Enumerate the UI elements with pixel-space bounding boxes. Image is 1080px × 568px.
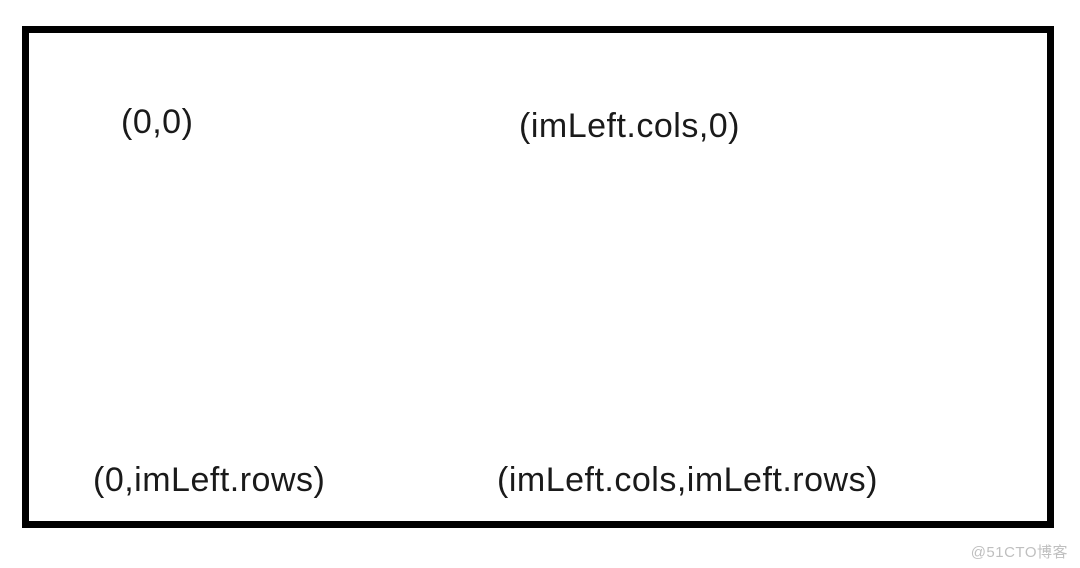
watermark-text: @51CTO博客 (971, 541, 1068, 562)
coordinate-frame: (0,0) (imLeft.cols,0) (0,imLeft.rows) (i… (22, 26, 1054, 528)
corner-top-right-label: (imLeft.cols,0) (519, 107, 740, 146)
corner-bottom-right-label: (imLeft.cols,imLeft.rows) (497, 461, 878, 500)
corner-bottom-left-label: (0,imLeft.rows) (93, 461, 325, 500)
corner-top-left-label: (0,0) (121, 103, 193, 142)
